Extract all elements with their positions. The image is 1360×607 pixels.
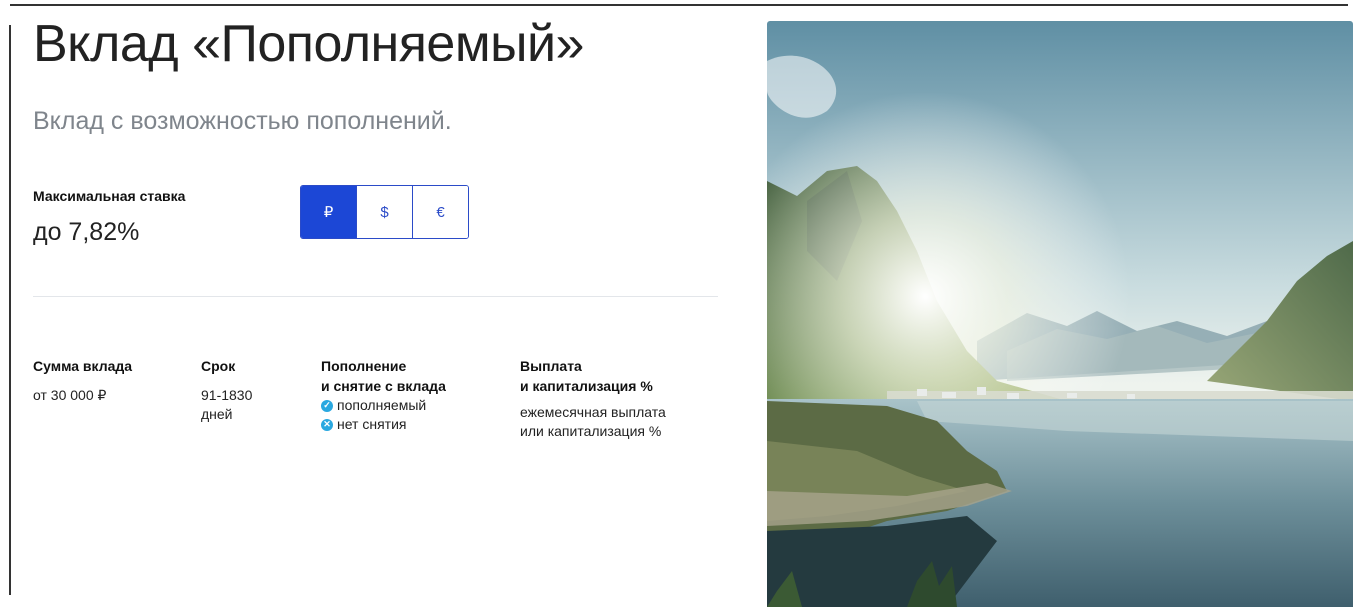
currency-eur-button[interactable]: € bbox=[412, 186, 468, 238]
payout-heading: Выплата и капитализация % bbox=[520, 358, 653, 394]
hero-landscape-image bbox=[767, 21, 1353, 607]
deposit-column: Пополнение и снятие с вклада ✓ пополняем… bbox=[321, 356, 446, 434]
max-rate-label: Максимальная ставка bbox=[33, 188, 186, 204]
left-border bbox=[9, 25, 11, 595]
amount-value: от 30 000 ₽ bbox=[33, 387, 107, 403]
term-heading: Срок bbox=[201, 358, 236, 374]
check-circle-icon: ✓ bbox=[321, 399, 333, 412]
cross-circle-icon: ✕ bbox=[321, 418, 333, 431]
currency-usd-button[interactable]: $ bbox=[356, 186, 412, 238]
page-title: Вклад «Пополняемый» bbox=[33, 15, 584, 73]
amount-heading: Сумма вклада bbox=[33, 358, 133, 374]
page-subtitle: Вклад с возможностью пополнений. bbox=[33, 107, 452, 135]
term-value: 91-1830 дней bbox=[201, 387, 253, 422]
feature-no-withdrawal: ✕ нет снятия bbox=[321, 415, 446, 434]
top-border bbox=[10, 4, 1348, 6]
amount-column: Сумма вклада от 30 000 ₽ bbox=[33, 356, 132, 405]
term-column: Срок 91-1830 дней bbox=[201, 356, 252, 424]
deposit-heading: Пополнение и снятие с вклада bbox=[321, 358, 446, 394]
section-divider bbox=[33, 296, 718, 297]
payout-column: Выплата и капитализация % ежемесячная вы… bbox=[520, 356, 666, 441]
feature-no-withdrawal-text: нет снятия bbox=[337, 416, 407, 432]
max-rate-value: до 7,82% bbox=[33, 218, 140, 246]
payout-value: ежемесячная выплата или капитализация % bbox=[520, 404, 666, 439]
currency-rub-button[interactable]: ₽ bbox=[301, 186, 356, 238]
currency-switcher: ₽ $ € bbox=[300, 185, 469, 239]
feature-replenishable: ✓ пополняемый bbox=[321, 396, 446, 415]
feature-replenishable-text: пополняемый bbox=[337, 397, 427, 413]
